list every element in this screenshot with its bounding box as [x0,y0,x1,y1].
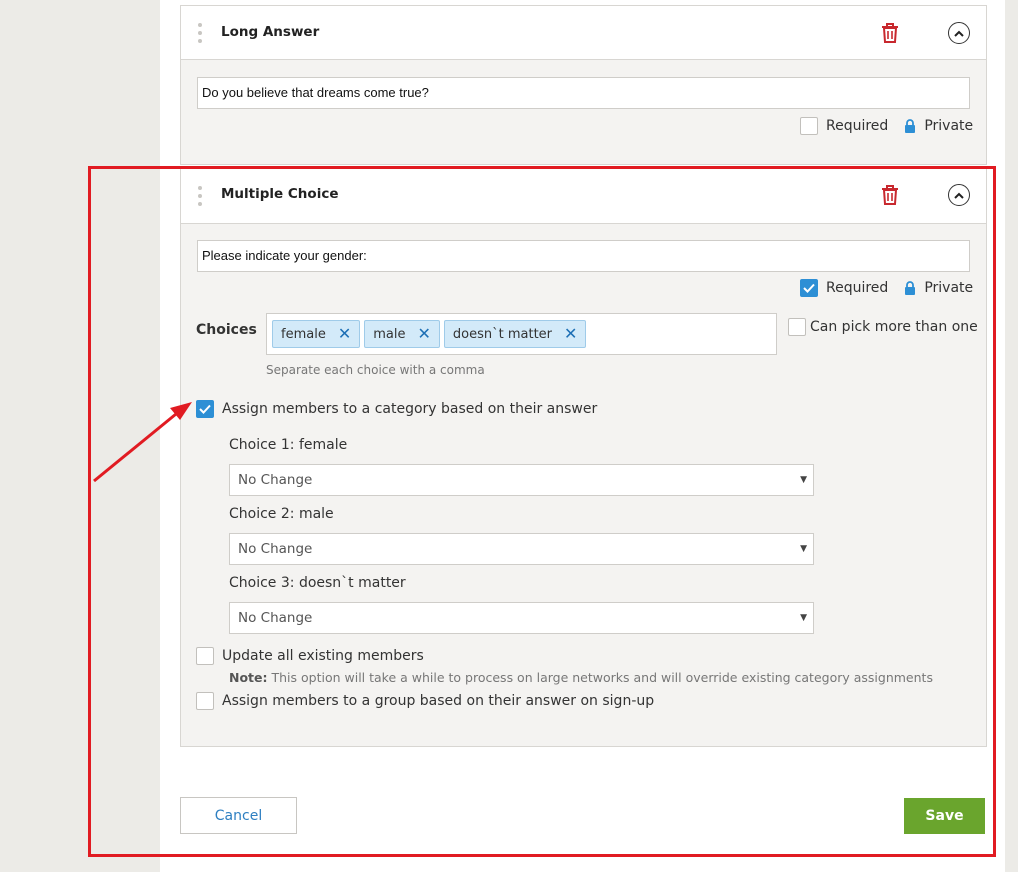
lock-icon [905,281,916,295]
question-input[interactable]: Please indicate your gender: [197,240,970,272]
private-label[interactable]: Private [924,280,973,296]
choice-mapping-label: Choice 3: doesn`t matter [229,575,406,591]
long-answer-header: Long Answer [181,6,986,60]
assign-group-label: Assign members to a group based on their… [222,693,655,709]
dropdown-arrow-icon: ▼ [800,613,807,623]
card-title: Long Answer [221,24,320,40]
question-input[interactable]: Do you believe that dreams come true? [197,77,970,109]
private-label[interactable]: Private [924,118,973,134]
category-select[interactable]: No Change ▼ [229,464,814,496]
dropdown-arrow-icon: ▼ [800,475,807,485]
note-prefix: Note: [229,670,268,685]
choice-mapping-label: Choice 1: female [229,437,348,453]
update-existing-row: Update all existing members [196,647,424,665]
choice-tag-label: male [373,326,406,342]
dropdown-arrow-icon: ▼ [800,544,807,554]
can-pick-more-row: Can pick more than one [788,318,978,336]
card-title: Multiple Choice [221,186,339,202]
remove-icon[interactable]: ✕ [338,326,351,342]
choice-tag-label: doesn`t matter [452,326,553,342]
select-value: No Change [238,610,313,626]
assign-category-row: Assign members to a category based on th… [196,400,597,418]
choice-tag-label: female [281,326,326,342]
required-private-row: Required Private [800,117,973,135]
update-existing-checkbox[interactable] [196,647,214,665]
category-select[interactable]: No Change ▼ [229,533,814,565]
can-pick-more-label: Can pick more than one [810,319,978,335]
choices-label: Choices [196,322,257,338]
choices-input[interactable]: female ✕ male ✕ doesn`t matter ✕ [266,313,777,355]
choice-tag[interactable]: male ✕ [364,320,440,348]
assign-category-checkbox[interactable] [196,400,214,418]
required-checkbox[interactable] [800,117,818,135]
trash-icon[interactable] [881,185,899,205]
drag-handle-icon[interactable] [197,186,203,206]
collapse-icon[interactable] [948,184,970,206]
lock-icon [905,119,916,133]
multiple-choice-header: Multiple Choice [181,168,986,224]
required-label: Required [826,280,889,296]
trash-icon[interactable] [881,23,899,43]
cancel-button[interactable]: Cancel [180,797,297,834]
assign-group-checkbox[interactable] [196,692,214,710]
required-private-row: Required Private [800,279,973,297]
choice-tag[interactable]: female ✕ [272,320,361,348]
update-existing-label: Update all existing members [222,648,424,664]
required-label: Required [826,118,889,134]
long-answer-card: Long Answer Do you believe that dreams c… [180,5,987,165]
select-value: No Change [238,472,313,488]
note-text: This option will take a while to process… [267,670,933,685]
choice-tag[interactable]: doesn`t matter ✕ [443,320,587,348]
choices-hint: Separate each choice with a comma [266,363,485,377]
drag-handle-icon[interactable] [197,23,203,43]
collapse-icon[interactable] [948,22,970,44]
assign-category-label: Assign members to a category based on th… [222,401,598,417]
can-pick-more-checkbox[interactable] [788,318,806,336]
choice-mapping-label: Choice 2: male [229,506,334,522]
required-checkbox[interactable] [800,279,818,297]
select-value: No Change [238,541,313,557]
category-select[interactable]: No Change ▼ [229,602,814,634]
remove-icon[interactable]: ✕ [417,326,430,342]
update-note: Note: This option will take a while to p… [229,670,933,685]
save-button[interactable]: Save [904,798,985,834]
assign-group-row: Assign members to a group based on their… [196,692,654,710]
remove-icon[interactable]: ✕ [564,326,577,342]
